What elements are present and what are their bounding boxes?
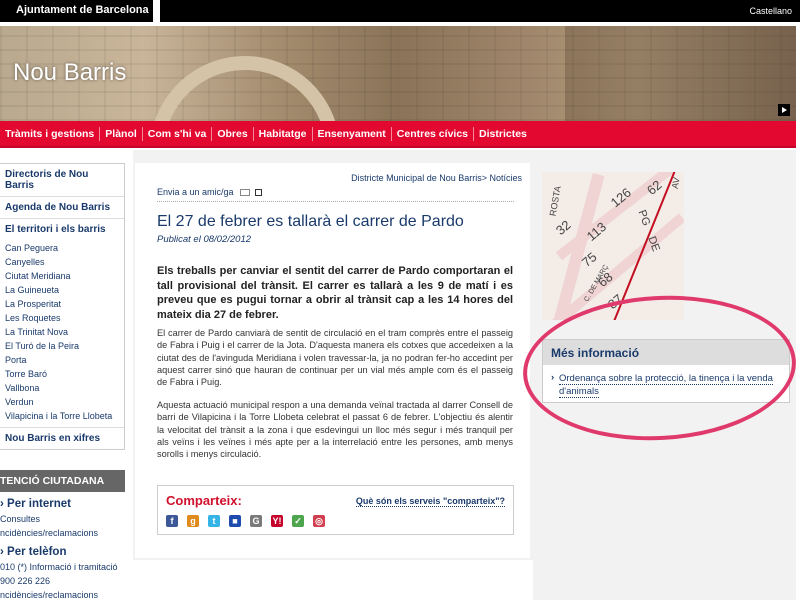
internet-label: Per internet xyxy=(7,498,71,510)
article-paragraph: Aquesta actuació municipal respon a una … xyxy=(157,400,513,460)
barri-link[interactable]: La Guineueta xyxy=(0,283,124,297)
nav-item-habitatge[interactable]: Habitatge xyxy=(254,126,313,141)
mes-informacio-box: Més informació Ordenança sobre la protec… xyxy=(542,339,790,403)
print-icon[interactable] xyxy=(254,189,262,197)
facebook-icon[interactable]: f xyxy=(166,515,178,527)
left-sidebar: Directoris de Nou Barris Agenda de Nou B… xyxy=(0,163,125,600)
article-paragraph: El carrer de Pardo canviarà de sentit de… xyxy=(157,328,513,388)
map-label: PG xyxy=(635,208,653,228)
sidebar-menu: Directoris de Nou Barris Agenda de Nou B… xyxy=(0,163,125,450)
consultes-link[interactable]: Consultes xyxy=(0,512,125,526)
internet-heading: › Per internet xyxy=(0,492,125,512)
barri-link[interactable]: Vallbona xyxy=(0,381,124,395)
barri-link[interactable]: Vilapicina i la Torre Llobeta xyxy=(0,409,124,423)
nav-item-com-shi-va[interactable]: Com s'hi va xyxy=(143,126,213,141)
bullet-icon: › xyxy=(0,498,8,510)
sidebar-item-directoris[interactable]: Directoris de Nou Barris xyxy=(0,164,124,197)
atencio-header: TENCIÓ CIUTADANA xyxy=(0,470,125,492)
barri-link[interactable]: La Prosperitat xyxy=(0,297,124,311)
breadcrumb-district[interactable]: Districte Municipal de Nou Barris xyxy=(351,173,482,183)
barri-link[interactable]: Ciutat Meridiana xyxy=(0,269,124,283)
barri-link[interactable]: Torre Baró xyxy=(0,367,124,381)
barri-link[interactable]: Les Roquetes xyxy=(0,311,124,325)
play-icon[interactable] xyxy=(778,104,790,116)
bullet-icon: › xyxy=(0,546,8,558)
article-lead: Els treballs per canviar el sentit del c… xyxy=(157,265,513,321)
yahoo-icon[interactable]: Y! xyxy=(271,515,283,527)
telefon-heading: › Per telèfon xyxy=(0,540,125,560)
sidebar-item-agenda[interactable]: Agenda de Nou Barris xyxy=(0,197,124,219)
breadcrumb: Districte Municipal de Nou Barris> Notíc… xyxy=(351,173,522,183)
ordenanca-link[interactable]: Ordenança sobre la protecció, la tinença… xyxy=(543,365,789,398)
topbar-separator xyxy=(153,0,160,22)
sidebar-item-territori[interactable]: El territori i els barris xyxy=(0,219,124,240)
barri-link[interactable]: El Turó de la Peira xyxy=(0,339,124,353)
010-link[interactable]: 010 (*) Informació i tramitació xyxy=(0,560,125,574)
phone-900-link[interactable]: 900 226 226 xyxy=(0,574,125,588)
mes-informacio-title: Més informació xyxy=(543,340,789,365)
district-title: Nou Barris xyxy=(13,59,127,86)
share-icons: f g t ■ G Y! ✓ ◎ xyxy=(166,515,325,527)
barri-link[interactable]: Verdun xyxy=(0,395,124,409)
main-nav: Tràmits i gestions Plànol Com s'hi va Ob… xyxy=(0,121,796,148)
sidebar-item-xifres[interactable]: Nou Barris en xifres xyxy=(0,428,124,449)
barris-list: Can Peguera Canyelles Ciutat Meridiana L… xyxy=(0,240,124,428)
mail-icon[interactable] xyxy=(240,189,251,197)
delicious-icon[interactable]: ■ xyxy=(229,515,241,527)
location-map[interactable]: 126 62 113 32 75 68 87 PG DE C. DE MARÇ … xyxy=(542,172,684,320)
nav-item-obres[interactable]: Obres xyxy=(212,126,254,141)
share-box: Comparteix: Què són els serveis "compart… xyxy=(157,485,514,535)
ordenanca-link-text: Ordenança sobre la protecció, la tinença… xyxy=(559,373,773,398)
meneame-icon[interactable]: ✓ xyxy=(292,515,304,527)
barri-link[interactable]: Porta xyxy=(0,353,124,367)
nav-item-centres-civics[interactable]: Centres cívics xyxy=(392,126,475,141)
share-label: Comparteix: xyxy=(166,493,242,508)
generic-share-icon[interactable]: ◎ xyxy=(313,515,325,527)
google-icon[interactable]: G xyxy=(250,515,262,527)
google-buzz-icon[interactable]: g xyxy=(187,515,199,527)
org-link[interactable]: Ajuntament de Barcelona xyxy=(16,4,149,16)
right-column: 126 62 113 32 75 68 87 PG DE C. DE MARÇ … xyxy=(533,150,796,600)
map-label: ROSTA xyxy=(547,185,563,217)
send-to-friend: Envia a un amic/ga xyxy=(157,187,514,202)
breadcrumb-noticies[interactable]: Notícies xyxy=(489,173,522,183)
banner-shade xyxy=(565,26,796,121)
article-headline: El 27 de febrer es tallarà el carrer de … xyxy=(157,213,464,230)
map-label: AV xyxy=(669,176,682,190)
share-help-link[interactable]: Què són els serveis "comparteix"? xyxy=(355,496,505,507)
send-to-friend-link[interactable]: Envia a un amic/ga xyxy=(157,187,234,197)
nav-item-ensenyament[interactable]: Ensenyament xyxy=(313,126,392,141)
article: Districte Municipal de Nou Barris> Notíc… xyxy=(135,163,530,558)
language-link[interactable]: Castellano xyxy=(749,6,792,16)
barri-link[interactable]: La Trinitat Nova xyxy=(0,325,124,339)
map-label: 87 xyxy=(604,291,626,312)
nav-item-planol[interactable]: Plànol xyxy=(100,126,143,141)
incidencies-link[interactable]: ncidències/reclamacions xyxy=(0,526,125,540)
telefon-label: Per telèfon xyxy=(7,546,67,558)
nav-item-tramits[interactable]: Tràmits i gestions xyxy=(0,126,101,141)
banner: Nou Barris xyxy=(0,26,796,121)
twitter-icon[interactable]: t xyxy=(208,515,220,527)
nav-item-districtes[interactable]: Districtes xyxy=(474,127,532,141)
publish-date: Publicat el 08/02/2012 xyxy=(157,234,252,245)
map-label: 32 xyxy=(552,217,574,238)
barri-link[interactable]: Can Peguera xyxy=(0,241,124,255)
barri-link[interactable]: Canyelles xyxy=(0,255,124,269)
top-bar: Ajuntament de Barcelona Castellano xyxy=(0,0,800,22)
